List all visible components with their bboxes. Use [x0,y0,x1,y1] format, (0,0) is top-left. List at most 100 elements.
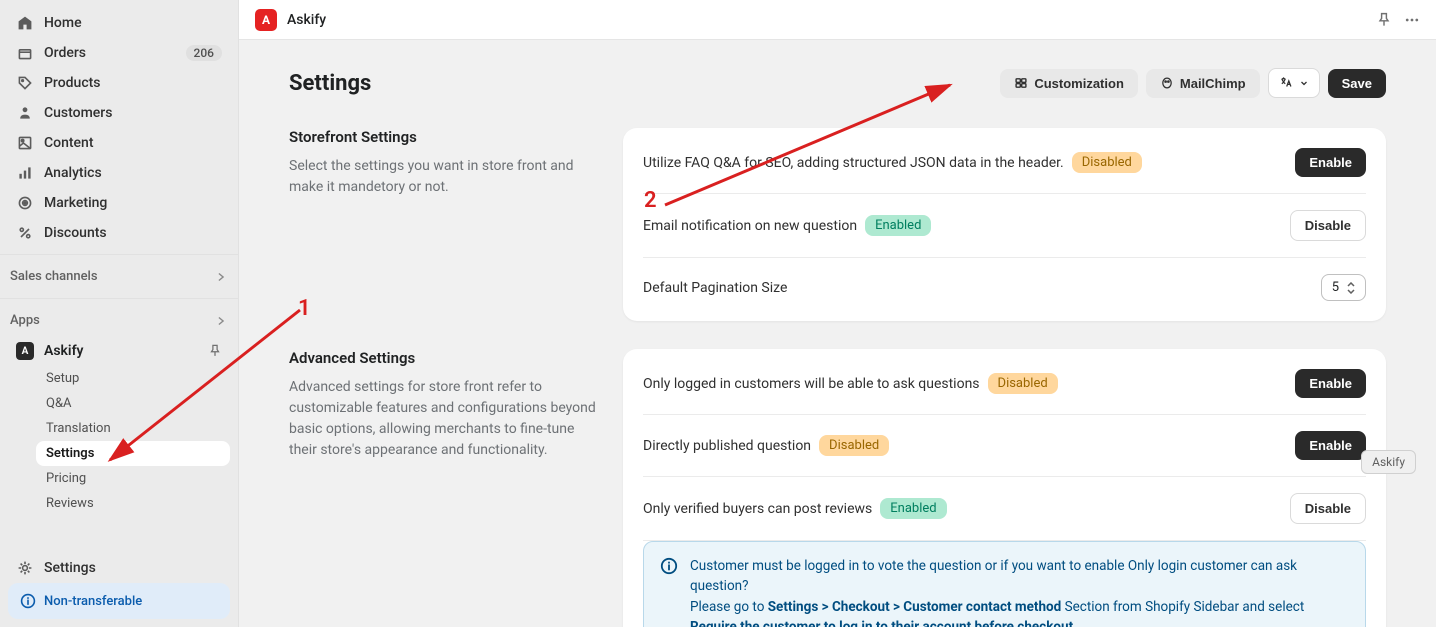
status-badge: Enabled [880,498,946,519]
banner-line2b: Section from Shopify Sidebar and select [1061,599,1304,615]
main-content: Settings Customization MailChimp Save St… [239,40,1436,627]
gear-icon [16,559,34,577]
app-name-label: Askify [44,343,84,359]
subnav-reviews[interactable]: Reviews [36,491,230,516]
advanced-card: Only logged in customers will be able to… [623,349,1386,627]
button-label: Save [1342,76,1372,91]
mailchimp-button[interactable]: MailChimp [1146,69,1260,98]
more-icon[interactable] [1404,12,1420,28]
banner-bold1: Settings > Checkout > Customer contact m… [768,599,1062,615]
nav-discounts[interactable]: Discounts [8,218,230,248]
orders-badge: 206 [186,45,222,61]
nav-products[interactable]: Products [8,68,230,98]
disable-verified-button[interactable]: Disable [1290,493,1366,524]
nav-label: Settings [44,560,96,576]
chevron-right-icon [214,270,228,284]
pin-icon[interactable] [1376,12,1392,28]
status-badge: Disabled [988,373,1058,394]
nav-label: Marketing [44,195,107,211]
info-banner: Customer must be logged in to vote the q… [643,541,1366,627]
select-value: 5 [1332,280,1339,295]
subnav-translation[interactable]: Translation [36,416,230,441]
subnav-setup[interactable]: Setup [36,366,230,391]
sales-channels-header[interactable]: Sales channels [0,261,238,292]
non-transferable-banner[interactable]: Non-transferable [8,583,230,619]
orders-icon [16,44,34,62]
nav-label: Setup [46,371,79,386]
section-label: Apps [10,313,40,328]
customization-icon [1014,76,1028,90]
button-label: Enable [1309,438,1352,453]
setting-verified-label: Only verified buyers can post reviews [643,501,872,517]
storefront-section-title: Storefront Settings [289,128,599,146]
button-label: MailChimp [1180,76,1246,91]
subnav-qa[interactable]: Q&A [36,391,230,416]
marketing-icon [16,194,34,212]
nav-label: Settings [46,446,94,461]
nav-content[interactable]: Content [8,128,230,158]
nav-customers[interactable]: Customers [8,98,230,128]
advanced-section-desc: Advanced settings for store front refer … [289,377,599,461]
setting-logged-label: Only logged in customers will be able to… [643,376,980,392]
enable-logged-button[interactable]: Enable [1295,369,1366,398]
customization-button[interactable]: Customization [1000,69,1138,98]
nav-label: Home [44,15,82,31]
section-label: Sales channels [10,269,98,284]
nav-label: Orders [44,45,86,61]
banner-line2a: Please go to [690,599,768,615]
nav-label: Content [44,135,94,151]
nav-label: Analytics [44,165,102,181]
nav-label: Reviews [46,496,94,511]
page-title: Settings [289,71,371,96]
nav-orders[interactable]: Orders 206 [8,38,230,68]
info-icon [20,593,36,609]
nav-marketing[interactable]: Marketing [8,188,230,218]
setting-email-label: Email notification on new question [643,218,857,234]
banner-label: Non-transferable [44,594,142,609]
chevron-right-icon [214,314,228,328]
chevron-down-icon [1299,78,1309,88]
language-button[interactable] [1268,68,1320,98]
enable-publish-button[interactable]: Enable [1295,431,1366,460]
content-icon [16,134,34,152]
button-label: Disable [1305,218,1351,233]
subnav-settings[interactable]: Settings [36,441,230,466]
subnav-pricing[interactable]: Pricing [36,466,230,491]
status-badge: Enabled [865,215,931,236]
disable-email-button[interactable]: Disable [1290,210,1366,241]
sidebar-app-askify[interactable]: A Askify [8,336,230,366]
status-badge: Disabled [1072,152,1142,173]
banner-line1: Customer must be logged in to vote the q… [690,556,1349,597]
sidebar: Home Orders 206 Products Customers Conte… [0,0,239,627]
button-label: Customization [1034,76,1124,91]
nav-label: Pricing [46,471,86,486]
advanced-section-title: Advanced Settings [289,349,599,367]
info-icon [660,557,678,627]
bottom-settings[interactable]: Settings [8,553,230,583]
pagination-select[interactable]: 5 [1321,274,1366,301]
nav-analytics[interactable]: Analytics [8,158,230,188]
setting-pagination-label: Default Pagination Size [643,280,787,296]
discounts-icon [16,224,34,242]
customers-icon [16,104,34,122]
apps-header[interactable]: Apps [0,305,238,336]
button-label: Disable [1305,501,1351,516]
askify-logo-icon: A [255,9,277,31]
storefront-section-desc: Select the settings you want in store fr… [289,156,599,198]
save-button[interactable]: Save [1328,69,1386,98]
nav-label: Customers [44,105,112,121]
nav-label: Translation [46,421,111,436]
analytics-icon [16,164,34,182]
topbar-app-label: Askify [287,12,326,28]
app-topbar: A Askify [239,0,1436,40]
pin-icon[interactable] [208,344,222,358]
home-icon [16,14,34,32]
enable-seo-button[interactable]: Enable [1295,148,1366,177]
button-label: Enable [1309,155,1352,170]
nav-label: Discounts [44,225,107,241]
nav-label: Products [44,75,101,91]
askify-float-tag: Askify [1361,450,1416,474]
banner-text: Customer must be logged in to vote the q… [690,556,1349,627]
banner-bold2: Require the customer to log in to their … [690,619,1073,627]
nav-home[interactable]: Home [8,8,230,38]
